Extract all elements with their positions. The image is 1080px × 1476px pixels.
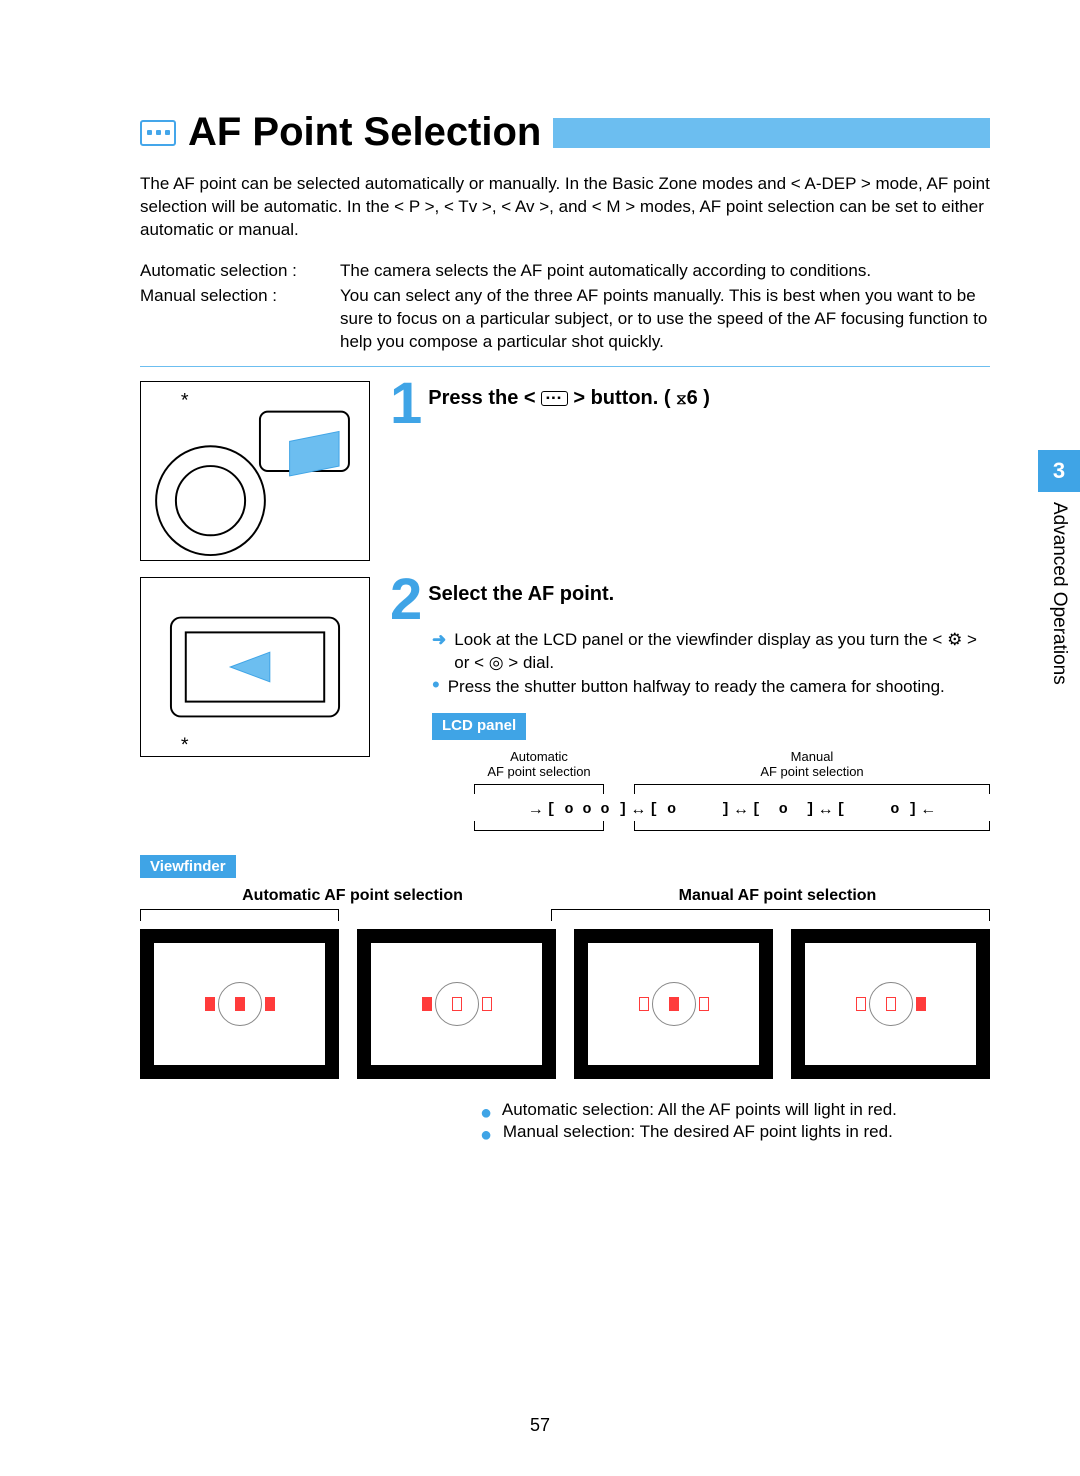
separator-rule — [140, 366, 990, 367]
vf-manual-title: Manual AF point selection — [565, 886, 990, 905]
manual-label: Manual selection : — [140, 285, 340, 354]
step-2-bullet-2: Press the shutter button halfway to read… — [448, 676, 945, 699]
chapter-title: Advanced Operations — [1048, 502, 1070, 685]
step-1-number: 1 — [390, 375, 422, 433]
lcd-panel-label: LCD panel — [432, 713, 526, 739]
manual-desc: You can select any of the three AF point… — [340, 285, 990, 354]
page-number: 57 — [0, 1415, 1080, 1436]
step-2-illustration: * — [140, 577, 370, 757]
selection-definitions: Automatic selection : The camera selects… — [140, 260, 990, 356]
step-1: * 1 Press the < ▪▪▪ > button. ( ⧖6 ) — [140, 381, 990, 561]
bullet-dot-icon: ● — [480, 1124, 492, 1146]
vf-note-2a: Manual selection: — [503, 1122, 635, 1141]
step-2-heading: Select the AF point. — [390, 577, 990, 606]
chapter-side-tab: 3 Advanced Operations — [1038, 450, 1080, 820]
vf-note-1a: Automatic selection: — [502, 1100, 654, 1119]
page-title: AF Point Selection — [188, 110, 541, 155]
chapter-number: 3 — [1038, 450, 1080, 492]
lcd-manual-head: Manual AF point selection — [634, 750, 990, 780]
step-2: * 2 Select the AF point. ➜ Look at the L… — [140, 577, 990, 832]
svg-text:*: * — [181, 734, 189, 756]
af-point-icon — [140, 120, 176, 146]
bullet-dot-icon: ● — [480, 1102, 492, 1124]
vf-frame-auto — [140, 929, 339, 1078]
step-2-bullet-1: Look at the LCD panel or the viewfinder … — [454, 629, 990, 675]
bullet-arrow-icon: ➜ — [432, 629, 446, 675]
viewfinder-label: Viewfinder — [140, 855, 236, 878]
lcd-glyph-sequence: →[ o o o ] ↔[ o ] ↔[ o ] ↔[ o ] ← — [474, 800, 990, 822]
step-1-illustration: * — [140, 381, 370, 561]
step-1-heading: Press the < ▪▪▪ > button. ( ⧖6 ) — [390, 381, 990, 410]
timer-icon: ⧖ — [676, 391, 687, 408]
title-accent-bar — [553, 118, 990, 148]
section-title-row: AF Point Selection — [140, 110, 990, 155]
step-2-number: 2 — [390, 571, 422, 629]
viewfinder-notes: ● Automatic selection: All the AF points… — [140, 1099, 990, 1145]
auto-desc: The camera selects the AF point automati… — [340, 260, 990, 283]
vf-frame-manual-left — [357, 929, 556, 1078]
vf-auto-title: Automatic AF point selection — [140, 886, 565, 905]
auto-label: Automatic selection : — [140, 260, 340, 283]
vf-note-1b: All the AF points will light in red. — [658, 1100, 897, 1119]
vf-frame-manual-center — [574, 929, 773, 1078]
af-select-button-icon: ▪▪▪ — [541, 391, 568, 406]
lcd-diagram: Automatic AF point selection Manual AF p… — [432, 750, 990, 831]
intro-paragraph: The AF point can be selected automatical… — [140, 173, 990, 242]
lcd-auto-head: Automatic AF point selection — [474, 750, 604, 780]
bullet-dot-icon: • — [432, 676, 440, 699]
vf-note-2b: The desired AF point lights in red. — [640, 1122, 893, 1141]
vf-frame-manual-right — [791, 929, 990, 1078]
svg-text:*: * — [181, 389, 189, 411]
viewfinder-section: Viewfinder Automatic AF point selection … — [140, 851, 990, 1144]
